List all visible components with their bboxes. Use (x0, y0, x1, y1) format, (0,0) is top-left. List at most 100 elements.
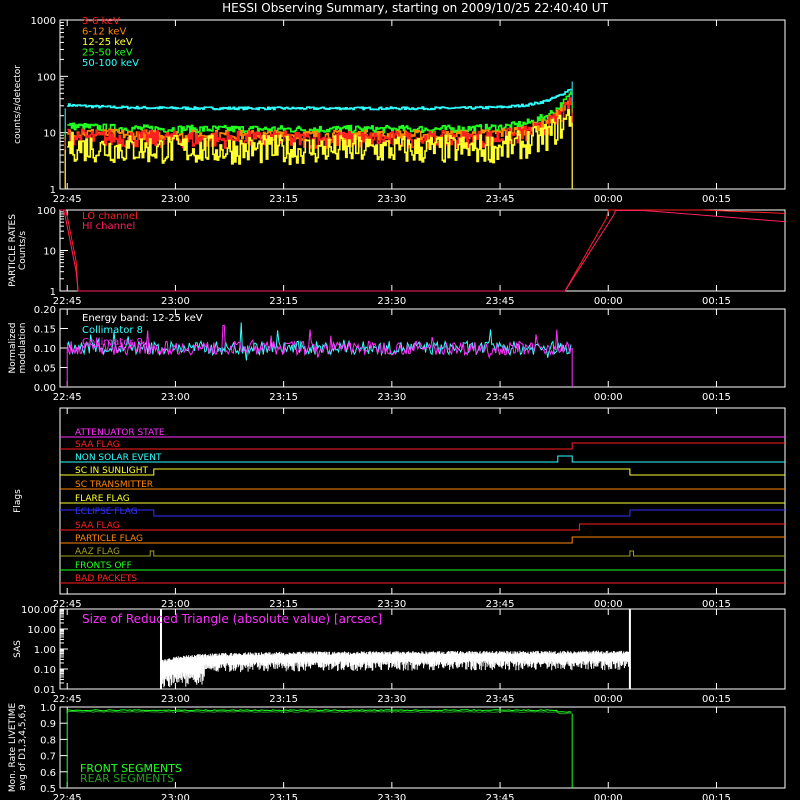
x-tick-label: 22:45 (53, 599, 82, 610)
x-tick-label: 00:15 (702, 694, 731, 705)
y-tick-label: 100 (37, 72, 56, 83)
flag-label: FRONTS OFF (75, 561, 132, 571)
x-tick-label: 23:30 (377, 296, 406, 307)
y-tick-label: 1 (50, 287, 56, 298)
y-tick-label: 0.10 (34, 344, 56, 355)
y-tick-label: 0.10 (34, 665, 56, 676)
y-tick-label: 0.15 (34, 325, 56, 336)
flag-label: SC TRANSMITTER (75, 480, 153, 490)
x-tick-label: 00:15 (702, 392, 731, 403)
flag-label: FLARE FLAG (75, 494, 130, 504)
x-tick-label: 00:00 (594, 793, 623, 800)
x-tick-label: 23:45 (486, 793, 515, 800)
legend-entry: HI channel (82, 221, 135, 232)
plot-frame-1 (59, 209, 786, 292)
chart-title: HESSI Observing Summary, starting on 200… (222, 1, 608, 15)
y-tick-label: 0.20 (34, 305, 56, 316)
legend-entry: Collimator 9 (82, 337, 143, 348)
series-rear-segments (67, 710, 572, 715)
flag-line (60, 442, 785, 450)
x-tick-label: 23:00 (161, 296, 190, 307)
legend-entry: REAR SEGMENTS (80, 772, 174, 785)
legend-entry: 25-50 keV (82, 48, 133, 59)
y-tick-label: 0.8 (40, 735, 56, 746)
y-tick-label: 1.0 (40, 703, 56, 714)
y-tick-label: 10.00 (27, 625, 56, 636)
flag-label: SAA FLAG (75, 521, 120, 531)
flag-line (60, 536, 785, 544)
y-axis-label: avg of D1,3,4,5,6,9 (18, 704, 28, 791)
flag-label: NON SOLAR EVENT (75, 453, 162, 463)
y-tick-label: 10 (43, 247, 56, 258)
x-tick-label: 23:00 (161, 599, 190, 610)
flag-label: ECLIPSE FLAG (75, 507, 138, 517)
y-tick-label: 0.6 (40, 768, 56, 779)
y-tick-label: 1000 (31, 16, 56, 27)
series-25-50-kev (67, 91, 572, 134)
x-tick-label: 23:15 (269, 194, 298, 205)
flag-label: SC IN SUNLIGHT (75, 466, 149, 476)
x-tick-label: 00:00 (594, 194, 623, 205)
x-tick-label: 00:00 (594, 296, 623, 307)
y-axis-label: Normalized (8, 322, 18, 373)
x-tick-label: 00:15 (702, 599, 731, 610)
series-reduced-triangle (160, 650, 631, 688)
plot-frame-3 (59, 407, 786, 595)
x-tick-label: 23:45 (486, 194, 515, 205)
x-tick-label: 23:45 (486, 599, 515, 610)
x-tick-label: 23:45 (486, 392, 515, 403)
x-tick-label: 00:15 (702, 296, 731, 307)
x-tick-label: 23:45 (486, 296, 515, 307)
plot-frame-0 (59, 19, 786, 190)
legend-entry: 12-25 keV (82, 37, 133, 48)
flag-label: BAD PACKETS (75, 574, 137, 584)
x-tick-label: 23:15 (269, 392, 298, 403)
y-axis-label: counts/s/detector (13, 65, 23, 144)
x-tick-label: 23:15 (269, 599, 298, 610)
legend-entry: Energy band: 12-25 keV (82, 313, 203, 324)
series-hi-channel (60, 209, 786, 292)
y-axis-label: Mon. Rate LIVETIME (8, 703, 18, 793)
y-axis-label: modulation (18, 323, 28, 374)
x-tick-label: 23:30 (377, 599, 406, 610)
hessi-summary-chart: HESSI Observing Summary, starting on 200… (8, 1, 786, 800)
x-tick-label: 22:45 (53, 296, 82, 307)
y-tick-label: 10 (43, 129, 56, 140)
flag-label: SAA FLAG (75, 440, 120, 450)
x-tick-label: 22:45 (53, 793, 82, 800)
x-tick-label: 23:30 (377, 392, 406, 403)
x-tick-label: 23:00 (161, 392, 190, 403)
x-tick-label: 00:15 (702, 194, 731, 205)
legend-entry: Collimator 8 (82, 325, 143, 336)
x-tick-label: 23:30 (377, 793, 406, 800)
y-tick-label: 100 (37, 206, 56, 217)
x-tick-label: 23:30 (377, 694, 406, 705)
y-tick-label: 0.7 (40, 752, 56, 763)
y-tick-label: 0.05 (34, 364, 56, 375)
x-tick-label: 23:15 (269, 296, 298, 307)
x-tick-label: 23:00 (161, 793, 190, 800)
flag-label: AAZ FLAG (75, 547, 120, 557)
x-tick-label: 23:45 (486, 694, 515, 705)
x-tick-label: 22:45 (53, 194, 82, 205)
flag-line (60, 455, 785, 463)
flag-line (60, 509, 785, 517)
flag-label: PARTICLE FLAG (75, 534, 143, 544)
y-axis-label: Counts/s (18, 231, 28, 270)
x-tick-label: 23:00 (161, 694, 190, 705)
y-tick-label: 1 (50, 185, 56, 196)
series-50-100-kev (67, 88, 572, 111)
y-tick-label: 1.00 (34, 645, 56, 656)
x-tick-label: 23:15 (269, 694, 298, 705)
x-tick-label: 23:30 (377, 194, 406, 205)
y-tick-label: 0.9 (40, 719, 56, 730)
y-axis-label: PARTICLE RATES (8, 214, 18, 287)
flag-label: ATTENUATOR STATE (75, 428, 165, 438)
x-tick-label: 23:15 (269, 793, 298, 800)
legend-entry: 50-100 keV (82, 58, 139, 69)
y-tick-label: 0.01 (34, 685, 56, 696)
y-axis-label: Flags (13, 489, 23, 513)
y-tick-label: 0.5 (40, 784, 56, 795)
legend-entry: 6-12 keV (82, 27, 126, 38)
x-tick-label: 00:00 (594, 392, 623, 403)
